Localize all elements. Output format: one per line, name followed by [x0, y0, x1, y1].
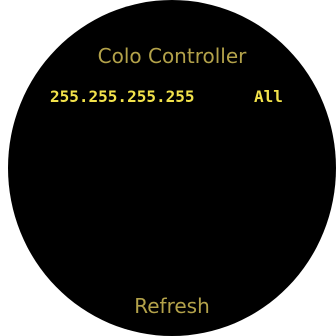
device-row[interactable]: 255.255.255.255 All: [8, 84, 336, 110]
scope-label: All: [254, 87, 283, 106]
refresh-button[interactable]: Refresh: [8, 292, 336, 320]
watch-screen: Colo Controller 255.255.255.255 All Refr…: [8, 0, 336, 336]
app-title: Colo Controller: [97, 44, 247, 68]
ip-address-label: 255.255.255.255: [50, 87, 195, 106]
